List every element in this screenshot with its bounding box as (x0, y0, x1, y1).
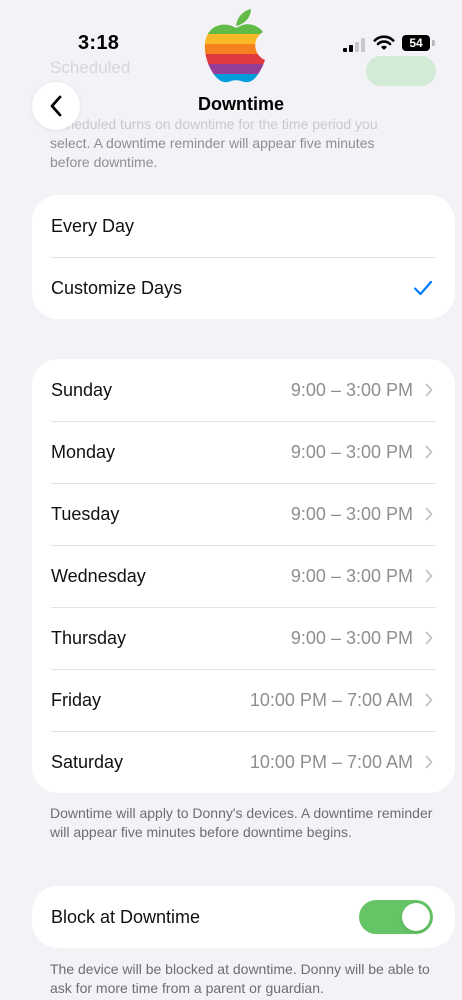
every-day-option[interactable]: Every Day (32, 195, 455, 257)
time-range: 10:00 PM – 7:00 AM (249, 689, 413, 710)
day-label: Saturday (51, 751, 124, 772)
time-range: 10:00 PM – 7:00 AM (249, 751, 413, 772)
day-label: Tuesday (51, 503, 120, 524)
time-range: 9:00 – 3:00 PM (290, 627, 413, 648)
schedule-footnote: Downtime will apply to Donny's devices. … (50, 805, 433, 840)
toggle-knob (402, 903, 430, 931)
day-row-wednesday[interactable]: Wednesday 9:00 – 3:00 PM (32, 545, 455, 607)
time-range: 9:00 – 3:00 PM (290, 441, 413, 462)
day-row-tuesday[interactable]: Tuesday 9:00 – 3:00 PM (32, 483, 455, 545)
scheduled-toggle[interactable] (366, 56, 436, 86)
day-label: Sunday (51, 379, 113, 400)
day-label: Monday (51, 441, 116, 462)
day-row-friday[interactable]: Friday 10:00 PM – 7:00 AM (32, 669, 455, 731)
day-row-sunday[interactable]: Sunday 9:00 – 3:00 PM (32, 359, 455, 421)
chevron-right-icon (425, 569, 433, 583)
day-schedule-card: Sunday 9:00 – 3:00 PM Monday 9:00 – 3:00… (32, 359, 455, 793)
wifi-icon (373, 35, 395, 50)
chevron-right-icon (425, 507, 433, 521)
status-time: 3:18 (78, 32, 120, 54)
time-range: 9:00 – 3:00 PM (290, 503, 413, 524)
option-label: Customize Days (51, 277, 183, 298)
customize-days-option[interactable]: Customize Days (32, 257, 455, 319)
days-mode-card: Every Day Customize Days (32, 195, 455, 319)
scheduled-label: Scheduled (50, 58, 131, 77)
day-label: Thursday (51, 627, 127, 648)
rainbow-apple-logo-icon (204, 9, 265, 83)
day-row-thursday[interactable]: Thursday 9:00 – 3:00 PM (32, 607, 455, 669)
cellular-signal-icon (343, 38, 365, 52)
chevron-right-icon (425, 693, 433, 707)
page-title: Downtime (197, 94, 284, 114)
scheduled-description: Scheduled turns on downtime for the time… (50, 116, 378, 170)
day-row-monday[interactable]: Monday 9:00 – 3:00 PM (32, 421, 455, 483)
time-range: 9:00 – 3:00 PM (290, 379, 413, 400)
time-range: 9:00 – 3:00 PM (290, 565, 413, 586)
block-footnote: The device will be blocked at downtime. … (50, 961, 430, 996)
block-label: Block at Downtime (51, 906, 201, 927)
battery-level: 54 (409, 36, 423, 50)
block-at-downtime-toggle[interactable] (359, 900, 433, 934)
chevron-right-icon (425, 631, 433, 645)
chevron-right-icon (425, 383, 433, 397)
block-at-downtime-row: Block at Downtime (32, 886, 455, 948)
chevron-right-icon (425, 445, 433, 459)
chevron-right-icon (425, 755, 433, 769)
checkmark-icon (413, 280, 433, 296)
day-label: Wednesday (51, 565, 146, 586)
option-label: Every Day (51, 215, 135, 236)
day-label: Friday (51, 689, 102, 710)
block-card: Block at Downtime (32, 886, 455, 948)
day-row-saturday[interactable]: Saturday 10:00 PM – 7:00 AM (32, 731, 455, 793)
battery-icon: 54 (402, 35, 436, 51)
